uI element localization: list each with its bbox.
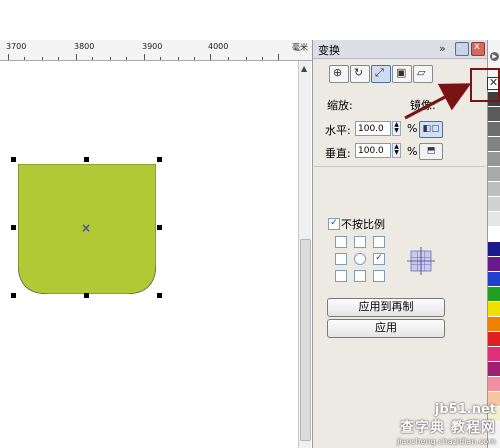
toolbar-area: [0, 0, 500, 40]
palette-swatch[interactable]: [488, 212, 500, 227]
apply-to-duplicate-button[interactable]: 应用到再制: [327, 298, 445, 317]
palette-swatch[interactable]: [488, 197, 500, 212]
palette-swatch[interactable]: [488, 227, 500, 242]
horizontal-percent-label: %: [407, 122, 418, 135]
vertical-spin-arrows-icon[interactable]: ▲ ▼: [392, 143, 401, 158]
docker-close-button[interactable]: x: [471, 41, 485, 56]
horizontal-ruler[interactable]: 3700 3800 3900 4000 毫米: [0, 40, 312, 61]
horizontal-label: 水平:: [325, 124, 351, 137]
watermark: jb51.net 查字典 教程网 jiaocheng.chazidian.com: [397, 402, 496, 446]
anchor-bottom-checkbox[interactable]: [354, 270, 366, 282]
watermark-site: jb51.net: [434, 402, 496, 417]
docker-minimize-button[interactable]: -: [455, 41, 469, 56]
palette-swatch[interactable]: [488, 287, 500, 302]
mirror-horizontal-button[interactable]: ◧▢: [419, 121, 443, 138]
anchor-preview-icon: [407, 247, 435, 275]
palette-swatch[interactable]: [488, 122, 500, 137]
palette-swatch[interactable]: [488, 167, 500, 182]
palette-swatch[interactable]: [488, 137, 500, 152]
docker-title-bar[interactable]: 变换 » - x: [313, 40, 488, 59]
anchor-top-checkbox[interactable]: [354, 236, 366, 248]
vertical-scale-input[interactable]: 100.0: [355, 143, 391, 158]
selection-handle-top-left[interactable]: [11, 157, 16, 162]
anchor-right-checkbox[interactable]: ✓: [373, 253, 385, 265]
watermark-url: jiaocheng.chazidian.com: [396, 437, 496, 446]
selection-handle-top-right[interactable]: [157, 157, 162, 162]
palette-scroll-arrow-icon[interactable]: ▶: [490, 52, 499, 61]
palette-swatch[interactable]: [488, 107, 500, 122]
rotate-tool-button[interactable]: ↻: [350, 65, 370, 83]
apply-button[interactable]: 应用: [327, 319, 445, 338]
selection-handle-right[interactable]: [157, 225, 162, 230]
selection-handle-bottom[interactable]: [84, 293, 89, 298]
scale-mirror-tool-button[interactable]: ⤢: [371, 65, 391, 83]
watermark-brand: 查字典 教程网: [400, 420, 496, 436]
ruler-label-4000: 4000: [208, 42, 229, 51]
palette-swatch[interactable]: [488, 152, 500, 167]
anchor-top-right-checkbox[interactable]: [373, 236, 385, 248]
selection-handle-left[interactable]: [11, 225, 16, 230]
docker-divider: [314, 166, 485, 167]
mirror-vertical-button[interactable]: ⬒: [419, 143, 443, 160]
anchor-center-radio[interactable]: [354, 253, 366, 265]
anchor-top-left-checkbox[interactable]: [335, 236, 347, 248]
palette-swatch[interactable]: [488, 332, 500, 347]
palette-swatch[interactable]: [488, 302, 500, 317]
palette-swatch[interactable]: [488, 257, 500, 272]
proportional-label: 不按比例: [341, 218, 385, 231]
palette-swatch[interactable]: [488, 272, 500, 287]
palette-swatch[interactable]: [488, 242, 500, 257]
skew-tool-button[interactable]: ▱: [413, 65, 433, 83]
annotation-highlight-box: [470, 68, 500, 102]
anchor-bottom-left-checkbox[interactable]: [335, 270, 347, 282]
mirror-label: 镜像:: [410, 99, 436, 112]
selection-handle-top[interactable]: [84, 157, 89, 162]
proportional-checkbox[interactable]: ✓: [328, 218, 340, 230]
selection-handle-bottom-right[interactable]: [157, 293, 162, 298]
ruler-label-3900: 3900: [142, 42, 163, 51]
anchor-bottom-right-checkbox[interactable]: [373, 270, 385, 282]
palette-swatch[interactable]: [488, 377, 500, 392]
docker-title: 变换: [318, 44, 340, 57]
vertical-scrollbar[interactable]: ▲: [298, 61, 311, 448]
palette-swatch[interactable]: [488, 362, 500, 377]
rotation-center-icon[interactable]: ×: [81, 221, 91, 235]
ruler-label-3800: 3800: [74, 42, 95, 51]
ruler-unit-label: 毫米: [292, 43, 308, 52]
size-tool-button[interactable]: ▣: [392, 65, 412, 83]
horizontal-scale-input[interactable]: 100.0: [355, 121, 391, 136]
vertical-label: 垂直:: [325, 147, 351, 160]
anchor-left-checkbox[interactable]: [335, 253, 347, 265]
docker-more-icon[interactable]: »: [439, 42, 446, 55]
horizontal-spin-arrows-icon[interactable]: ▲ ▼: [392, 121, 401, 136]
palette-swatch[interactable]: [488, 347, 500, 362]
ruler-label-3700: 3700: [6, 42, 27, 51]
scroll-up-arrow-icon[interactable]: ▲: [301, 64, 307, 73]
scrollbar-thumb[interactable]: [300, 239, 311, 441]
vertical-percent-label: %: [407, 145, 418, 158]
scale-label: 缩放:: [327, 99, 353, 112]
selection-handle-bottom-left[interactable]: [11, 293, 16, 298]
position-tool-button[interactable]: ⊕: [329, 65, 349, 83]
palette-swatch[interactable]: [488, 317, 500, 332]
palette-swatch[interactable]: [488, 182, 500, 197]
